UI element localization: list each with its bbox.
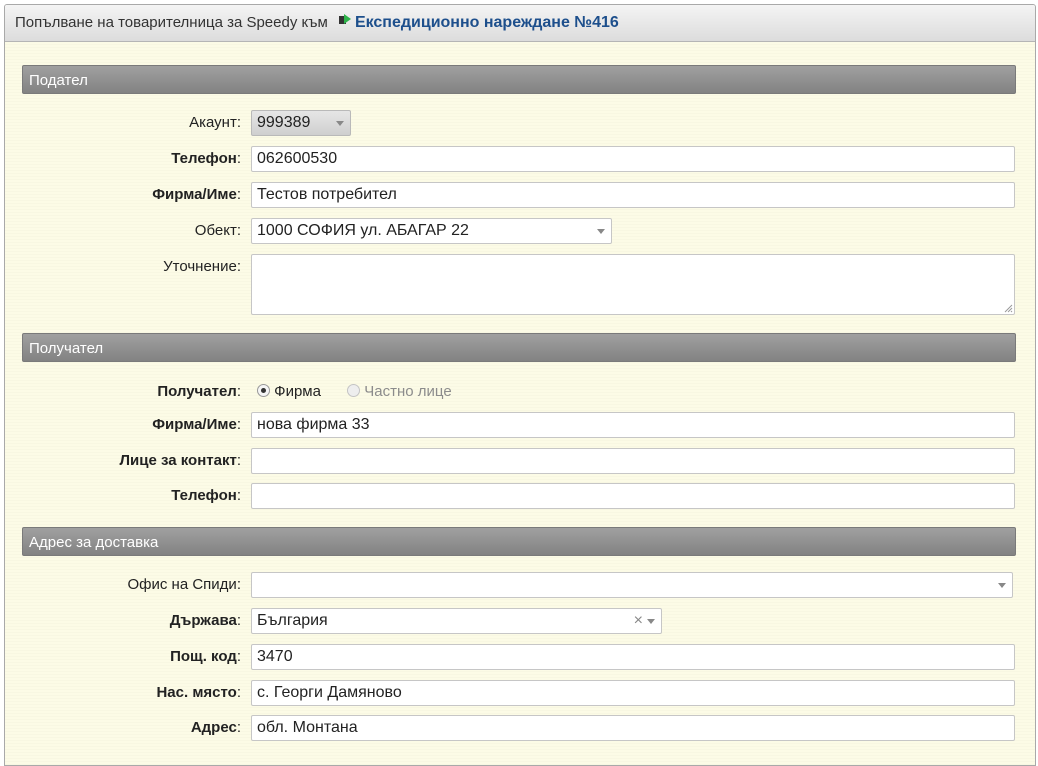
radio-company-icon[interactable] [257, 383, 270, 397]
section-header-recipient[interactable]: Получател [22, 333, 1016, 362]
note-textarea[interactable] [251, 254, 1015, 315]
radio-private-label[interactable]: Частно лице [364, 383, 451, 400]
place-field[interactable]: с. Георги Дамяново [251, 680, 1015, 706]
zip-label: Пощ. код: [170, 648, 241, 665]
office-select[interactable] [251, 572, 1013, 598]
waybill-dialog: Попълване на товарителница за Speedy към… [4, 4, 1036, 766]
recipient-name-label: Фирма/Име: [152, 416, 241, 433]
chevron-down-icon [336, 121, 344, 126]
recipient-type-label: Получател: [157, 383, 241, 400]
country-select-value: България [257, 612, 328, 629]
chevron-down-icon [597, 229, 605, 234]
account-select-value: 999389 [257, 114, 311, 131]
chevron-down-icon [998, 583, 1006, 588]
radio-private[interactable]: Частно лице [347, 383, 452, 400]
expedition-order-link[interactable]: Експедиционно нареждане №416 [355, 14, 619, 31]
address-label: Адрес: [190, 719, 241, 736]
address-field[interactable]: обл. Монтана [251, 715, 1015, 741]
recipient-type-group: Фирма Частно лице [257, 379, 452, 405]
object-select[interactable]: 1000 СОФИЯ ул. АБАГАР 22 [251, 218, 612, 244]
country-label: Държава: [169, 612, 241, 629]
sender-phone-label: Телефон: [171, 150, 241, 167]
sender-name-field[interactable]: Тестов потребител [251, 182, 1015, 208]
contact-label: Лице за контакт: [119, 452, 242, 469]
contact-field[interactable] [251, 448, 1015, 474]
clear-x-icon[interactable]: × [634, 609, 643, 633]
resize-grip-icon[interactable] [1003, 303, 1013, 313]
office-label: Офис на Спиди: [127, 576, 242, 593]
account-label: Акаунт: [189, 114, 241, 131]
dialog-title-text: Попълване на товарителница за Speedy към [15, 14, 328, 31]
dialog-titlebar: Попълване на товарителница за Speedy към… [5, 5, 1035, 42]
radio-company[interactable]: Фирма [257, 383, 325, 400]
sender-phone-field[interactable]: 062600530 [251, 146, 1015, 172]
recipient-name-field[interactable]: нова фирма 33 [251, 412, 1015, 438]
chevron-down-icon [647, 619, 655, 624]
radio-company-label[interactable]: Фирма [274, 383, 321, 400]
section-header-sender[interactable]: Подател [22, 65, 1016, 94]
recipient-phone-field[interactable] [251, 483, 1015, 509]
note-label: Уточнение: [163, 258, 241, 275]
object-select-value: 1000 СОФИЯ ул. АБАГАР 22 [257, 222, 469, 239]
country-select[interactable]: България × [251, 608, 662, 634]
section-header-address[interactable]: Адрес за доставка [22, 527, 1016, 556]
document-arrow-icon [338, 5, 352, 39]
radio-private-icon[interactable] [347, 383, 361, 397]
account-select[interactable]: 999389 [251, 110, 351, 136]
recipient-phone-label: Телефон: [171, 487, 241, 504]
object-label: Обект: [194, 222, 241, 239]
zip-field[interactable]: 3470 [251, 644, 1015, 670]
place-label: Нас. място: [156, 684, 241, 701]
sender-name-label: Фирма/Име: [152, 186, 241, 203]
